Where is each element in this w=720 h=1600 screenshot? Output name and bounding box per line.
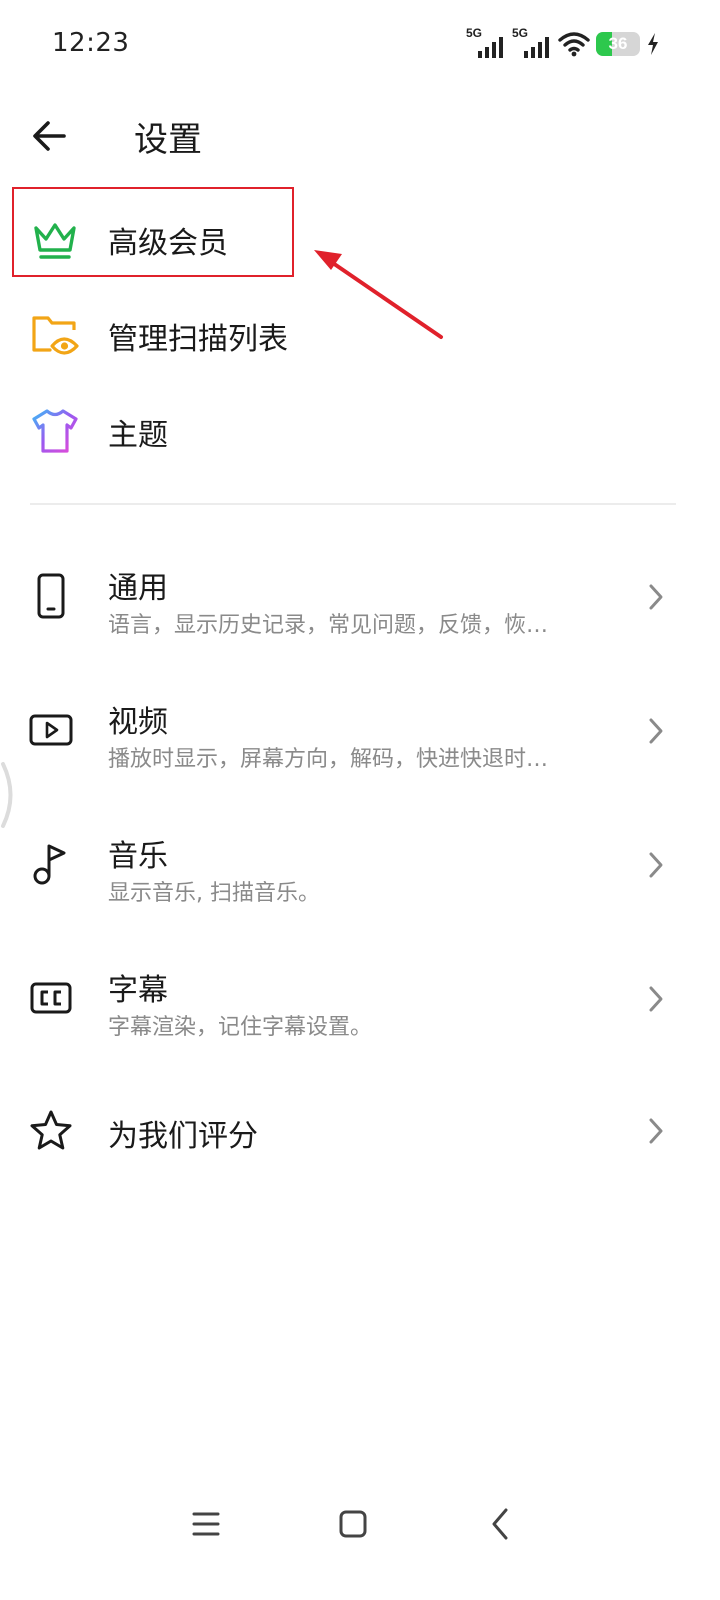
edge-gesture-handle[interactable] <box>0 760 20 830</box>
manage-scan-list-label: 管理扫描列表 <box>108 322 288 357</box>
row-title: 视频 <box>108 705 168 740</box>
settings-row-general[interactable]: 通用 语言，显示历史记录，常见问题，反馈，恢… <box>0 535 720 655</box>
video-play-icon <box>29 714 73 746</box>
manage-scan-list-item[interactable]: 管理扫描列表 <box>0 286 720 382</box>
home-icon[interactable] <box>333 1504 373 1544</box>
row-title: 为我们评分 <box>108 1119 258 1154</box>
chevron-right-icon <box>649 584 663 610</box>
settings-row-subtitles[interactable]: 字幕 字幕渲染，记住字幕设置。 <box>0 937 720 1057</box>
row-subtitle: 字幕渲染，记住字幕设置。 <box>108 1015 373 1040</box>
cc-icon <box>30 982 72 1014</box>
row-title: 通用 <box>108 571 168 606</box>
settings-row-rate-us[interactable]: 为我们评分 <box>0 1071 720 1191</box>
settings-row-video[interactable]: 视频 播放时显示，屏幕方向，解码，快进快退时… <box>0 669 720 789</box>
tshirt-icon <box>32 409 78 453</box>
folder-eye-icon <box>32 316 79 355</box>
divider <box>30 503 676 505</box>
menu-icon[interactable] <box>186 1504 226 1544</box>
chevron-right-icon <box>649 986 663 1012</box>
settings-row-music[interactable]: 音乐 显示音乐, 扫描音乐。 <box>0 803 720 923</box>
music-note-icon <box>33 844 66 885</box>
phone-icon <box>37 573 65 619</box>
row-title: 音乐 <box>108 839 168 874</box>
chevron-right-icon <box>649 1118 663 1144</box>
chevron-right-icon <box>649 852 663 878</box>
row-subtitle: 播放时显示，屏幕方向，解码，快进快退时… <box>108 747 549 772</box>
row-subtitle: 语言，显示历史记录，常见问题，反馈，恢… <box>108 613 549 638</box>
row-subtitle: 显示音乐, 扫描音乐。 <box>108 881 320 906</box>
theme-label: 主题 <box>108 418 168 453</box>
back-icon[interactable] <box>480 1504 520 1544</box>
navigation-bar <box>0 1490 720 1560</box>
chevron-right-icon <box>649 718 663 744</box>
star-icon <box>30 1110 72 1150</box>
theme-item[interactable]: 主题 <box>0 382 720 478</box>
row-title: 字幕 <box>108 973 168 1008</box>
